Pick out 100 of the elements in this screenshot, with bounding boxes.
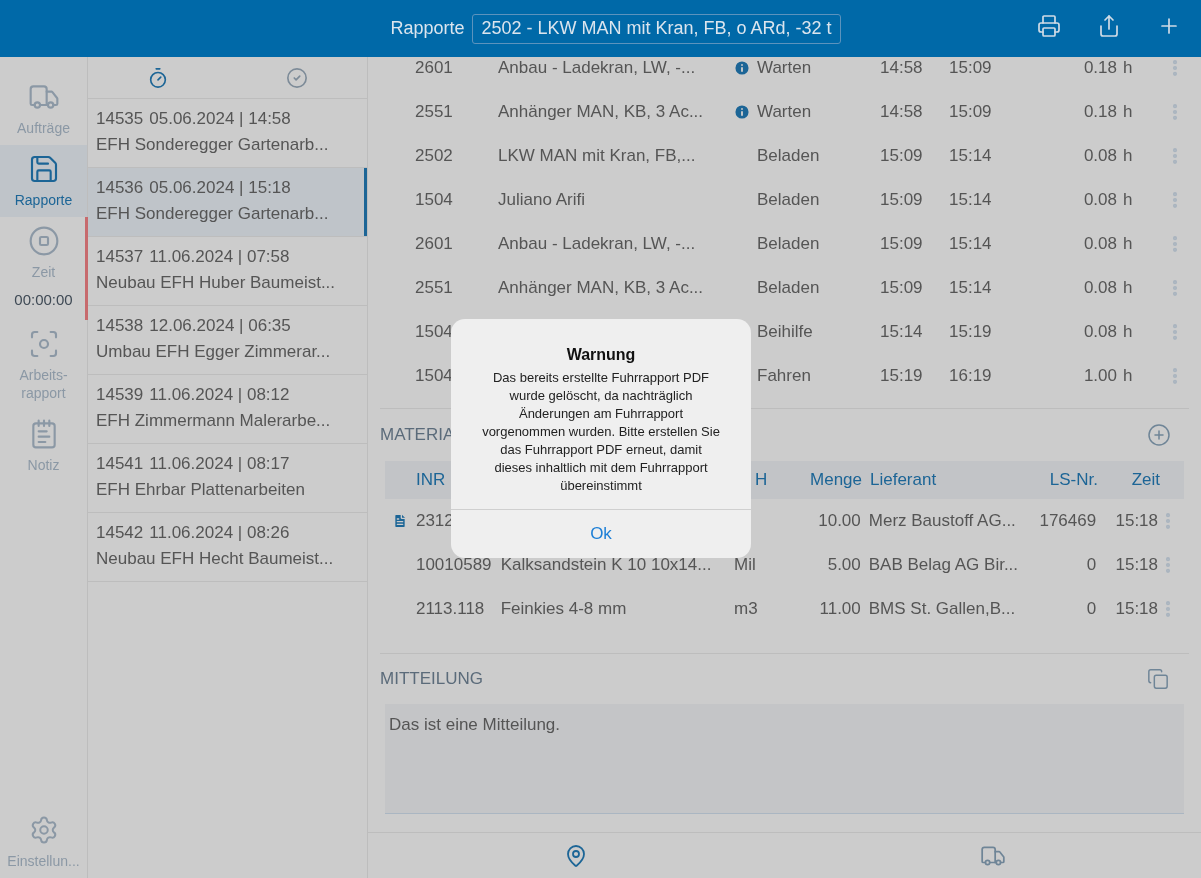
start-time-cell-text: 15:09 [880, 277, 924, 300]
status-cell-text: Warten [757, 57, 813, 80]
delivery-note-cell-text: 0 [1086, 598, 1097, 621]
column-header: Zeit [1131, 469, 1160, 492]
report-item[interactable]: 14541 11.06.2024 | 08:17 EFH Ehrbar Plattenarbeiten [88, 444, 367, 513]
add-icon[interactable] [1147, 423, 1171, 447]
time-cell-text: 15:18 [1115, 510, 1158, 533]
dialog-title: Warnung [566, 345, 636, 365]
name-cell: LKW MAN mit Kran, FB,... [498, 146, 696, 166]
name-cell: Anhänger MAN, KB, 3 Ac... [498, 278, 704, 298]
duration-cell-text: 0.08 [1083, 321, 1117, 344]
unit-cell: m3 [734, 599, 758, 619]
end-time-cell-text: 15:14 [949, 145, 993, 168]
end-time-cell-text: 15:09 [949, 57, 993, 80]
status-cell-text: Beladen [757, 145, 821, 168]
report-item[interactable]: 14537 11.06.2024 | 07:58 Neubau EFH Huber Baumeist... [88, 237, 367, 306]
duration-cell-text: 0.08 [1083, 277, 1117, 300]
duration-cell-text: 0.08 [1083, 189, 1117, 212]
supplier-cell: BMS St. Gallen,B... [868, 599, 1016, 619]
inr-cell: 2551 [415, 278, 453, 298]
info-icon[interactable] [733, 103, 751, 121]
inr-cell: 1504 [415, 322, 453, 342]
status-cell-text: Beladen [757, 233, 821, 256]
ok-button[interactable]: Ok [451, 509, 751, 558]
end-time-cell-text: 15:14 [949, 277, 993, 300]
status-cell-text: Warten [757, 101, 813, 124]
check-circle-icon[interactable] [286, 66, 309, 89]
time-cell-text: 15:18 [1115, 598, 1158, 621]
column-header: Menge [810, 469, 862, 492]
share-icon[interactable] [1097, 14, 1121, 38]
report-title: EFH Zimmermann Malerarbe... [96, 410, 332, 432]
end-time-cell-text: 15:09 [949, 101, 993, 124]
start-time-cell-text: 15:09 [880, 233, 924, 256]
print-icon[interactable] [1037, 14, 1061, 38]
time-cell-text: 15:18 [1115, 554, 1158, 577]
report-datetime: 05.06.2024 | 15:18 [149, 177, 291, 199]
duration-cell-text: 0.18 [1083, 57, 1117, 80]
start-time-cell-text: 14:58 [880, 101, 924, 124]
report-datetime: 11.06.2024 | 08:26 [149, 522, 290, 544]
quantity-cell-text: 5.00 [827, 554, 861, 577]
name-cell: Kalksandstein K 10 10x14... [500, 555, 712, 575]
quantity-cell-text: 10.00 [818, 510, 861, 533]
end-time-cell-text: 15:19 [949, 321, 993, 344]
status-cell-text: Fahren [757, 365, 812, 388]
report-item[interactable]: 14536 05.06.2024 | 15:18 EFH Sonderegger Gartenarb... [88, 168, 367, 237]
report-number: 14537 [96, 246, 144, 268]
vehicle-selector[interactable]: 2502 - LKW MAN mit Kran, FB, o ARd, -32 t [472, 13, 841, 44]
nav-item[interactable]: Rapporte [0, 145, 87, 217]
unit-cell-text: h [1122, 101, 1133, 124]
duration-cell-text: 1.00 [1083, 365, 1117, 388]
inr-cell: 1504 [415, 366, 453, 386]
report-item[interactable]: 14539 11.06.2024 | 08:12 EFH Zimmermann Malerarbe... [88, 375, 367, 444]
header-title: Rapporte [390, 17, 465, 40]
name-cell: Anbau - Ladekran, LW, -... [498, 234, 696, 254]
start-time-cell-text: 15:14 [880, 321, 924, 344]
report-datetime: 11.06.2024 | 08:17 [149, 453, 290, 475]
section-title: MATERIA [380, 424, 455, 447]
selection-bar [364, 168, 367, 236]
report-title: EFH Sonderegger Gartenarb... [96, 134, 330, 156]
report-item[interactable]: 14538 12.06.2024 | 06:35 Umbau EFH Egger Zimmerar... [88, 306, 367, 375]
name-cell: Anbau - Ladekran, LW, -... [498, 58, 696, 78]
section-title: MITTEILUNG [380, 668, 483, 691]
message-field[interactable]: Das ist eine Mitteilung. [385, 704, 1184, 814]
status-cell-text: Beladen [757, 277, 821, 300]
report-datetime: 11.06.2024 | 08:12 [149, 384, 290, 406]
unit-cell-text: h [1122, 365, 1133, 388]
start-time-cell-text: 15:09 [880, 189, 924, 212]
report-number: 14542 [96, 522, 144, 544]
duration-cell-text: 0.18 [1083, 101, 1117, 124]
report-number: 14536 [96, 177, 144, 199]
unit-cell-text: h [1122, 189, 1133, 212]
status-cell-text: Beihilfe [757, 321, 814, 344]
unit-cell-text: h [1122, 57, 1133, 80]
report-title: Umbau EFH Egger Zimmerar... [96, 341, 332, 363]
unit-cell-text: h [1122, 233, 1133, 256]
name-cell: Feinkies 4-8 mm [500, 599, 627, 619]
start-time-cell-text: 15:19 [880, 365, 924, 388]
delivery-note-cell-text: 176469 [1039, 510, 1097, 533]
delivery-note-cell-text: 0 [1086, 554, 1097, 577]
copy-icon[interactable] [1147, 668, 1169, 690]
report-title: EFH Ehrbar Plattenarbeiten [96, 479, 306, 501]
inr-cell: 2551 [415, 102, 453, 122]
unit-cell-text: h [1122, 277, 1133, 300]
inr-cell: 2601 [415, 58, 453, 78]
quantity-cell-text: 11.00 [819, 598, 861, 621]
column-header: H [755, 470, 768, 490]
end-time-cell-text: 15:14 [949, 189, 993, 212]
info-icon[interactable] [733, 59, 751, 77]
start-time-cell-text: 15:09 [880, 145, 924, 168]
end-time-cell-text: 16:19 [949, 365, 993, 388]
report-datetime: 12.06.2024 | 06:35 [149, 315, 291, 337]
stop-icon [27, 225, 60, 257]
report-datetime: 05.06.2024 | 14:58 [149, 108, 291, 130]
supplier-cell: BAB Belag AG Bir... [868, 555, 1019, 575]
supplier-cell: Merz Baustoff AG... [868, 511, 1016, 531]
name-cell: Anhänger MAN, KB, 3 Ac... [498, 102, 704, 122]
report-item[interactable]: 14542 11.06.2024 | 08:26 Neubau EFH Hecht Baumeist... [88, 513, 367, 582]
inr-cell: 2502 [415, 146, 453, 166]
nav-item[interactable]: Zeit 00:00:00 [0, 217, 87, 320]
inr-cell: 10010589 [415, 555, 492, 575]
